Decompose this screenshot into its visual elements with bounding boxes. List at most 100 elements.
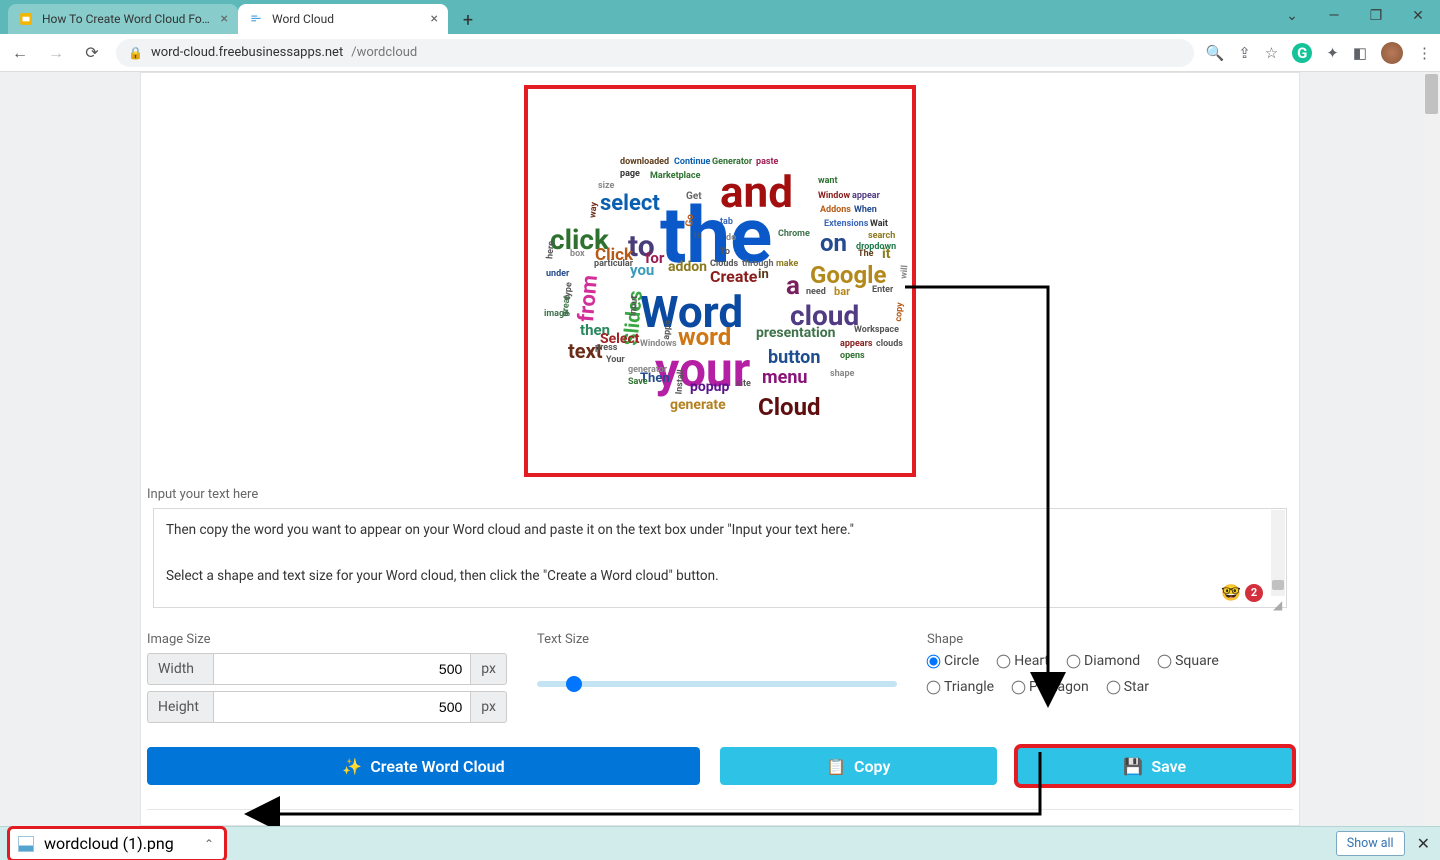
shape-radio-input[interactable] [997,654,1011,668]
page-scrollbar[interactable] [1423,72,1440,826]
cloud-word: To [720,247,730,257]
cloud-word: through [742,259,774,269]
cloud-word: downloaded [620,157,669,167]
height-input[interactable] [213,691,471,723]
shape-radios: Circle Heart Diamond Square Triangle Pentagon… [927,653,1293,695]
sidepanel-icon[interactable]: ◧ [1353,44,1367,62]
maximize-icon[interactable]: ❐ [1362,4,1390,28]
cloud-word: size [598,181,614,191]
back-button[interactable]: ← [8,41,32,65]
text-input[interactable] [153,508,1287,608]
close-icon[interactable]: ✕ [1417,834,1430,853]
tab-1[interactable]: Word Cloud × [238,4,448,34]
copy-button[interactable]: 📋 Copy [720,747,997,785]
cloud-word: here [545,241,557,260]
page-content: theandyourWordclickselecttoonGooglecloud… [140,72,1300,826]
cloud-word: Window [818,191,850,201]
text-size-slider[interactable] [537,681,897,687]
cloud-word: Your [606,355,625,365]
cloud-word: Workspace [854,325,899,335]
save-button[interactable]: 💾 Save [1017,747,1294,785]
shape-radio-label: Heart [1014,653,1049,669]
cloud-word: will [899,265,910,280]
close-icon[interactable]: ✕ [1404,4,1432,28]
shape-radio-input[interactable] [1012,680,1026,694]
cloud-word: Extensions [824,219,868,229]
wordcloud-favicon [248,11,264,27]
zoom-icon[interactable]: 🔍 [1206,44,1225,62]
chevron-down-icon[interactable]: ⌄ [1278,4,1306,28]
window-controls: ⌄ — ❐ ✕ [1278,4,1432,28]
share-icon[interactable]: ⇪ [1238,44,1251,62]
shape-radio-input[interactable] [1158,654,1172,668]
show-all-downloads-button[interactable]: Show all [1336,831,1405,856]
reload-button[interactable]: ⟳ [80,41,104,65]
download-item[interactable]: wordcloud (1).png ⌃ [10,829,224,859]
shape-radio-heart[interactable]: Heart [997,653,1049,669]
shape-radio-input[interactable] [1106,680,1120,694]
close-icon[interactable]: × [431,11,438,27]
slides-favicon [18,11,34,27]
cloud-word: Cloud [758,393,821,421]
shape-radio-label: Triangle [944,679,994,695]
chevron-up-icon[interactable]: ⌃ [204,837,214,851]
minimize-icon[interactable]: — [1320,4,1348,28]
tab-0[interactable]: How To Create Word Cloud For G × [8,4,238,34]
cloud-word: popup [690,379,729,395]
toolbar-right: 🔍 ⇪ ☆ G ✦ ◧ ⋮ [1206,42,1432,64]
cloud-word: Addons [820,205,851,215]
profile-avatar[interactable] [1381,42,1403,64]
cloud-word: appears [840,339,873,349]
grammarly-extension-icon[interactable]: G [1292,43,1312,63]
text-size-label: Text Size [537,622,897,653]
shape-radio-diamond[interactable]: Diamond [1067,653,1140,669]
cloud-word: generator [628,365,667,375]
url-input[interactable]: 🔒 word-cloud.freebusinessapps.net/wordcl… [116,39,1194,67]
grammarly-widget[interactable]: 🤓 2 [1221,583,1263,602]
viewport: theandyourWordclickselecttoonGooglecloud… [0,72,1440,826]
cloud-word: clouds [876,339,903,349]
bookmark-icon[interactable]: ☆ [1265,44,1278,62]
cloud-word: Is [694,231,701,241]
shape-radio-input[interactable] [1067,654,1081,668]
shape-radio-circle[interactable]: Circle [927,653,979,669]
image-size-label: Image Size [147,622,507,653]
divider [147,809,1293,810]
shape-radio-pentagon[interactable]: Pentagon [1012,679,1089,695]
cloud-word: on [820,229,847,257]
shape-radio-label: Star [1124,679,1149,695]
input-label: Input your text here [147,477,1293,508]
cloud-word: want [818,176,838,186]
shape-radio-label: Circle [944,653,979,669]
new-tab-button[interactable]: + [454,6,482,34]
cloud-word: in [758,267,769,282]
tab-title-0: How To Create Word Cloud For G [42,12,213,26]
shape-radio-label: Pentagon [1029,679,1089,695]
shape-radio-triangle[interactable]: Triangle [927,679,994,695]
shape-radio-label: Diamond [1084,653,1140,669]
cloud-word: Continue [674,157,710,167]
shape-radio-input[interactable] [927,654,941,668]
width-input[interactable] [213,653,471,685]
forward-button[interactable]: → [44,41,68,65]
extensions-icon[interactable]: ✦ [1326,44,1339,62]
menu-icon[interactable]: ⋮ [1417,44,1432,62]
create-button[interactable]: ✨ Create Word Cloud [147,747,700,785]
cloud-word: addon [668,259,707,275]
shape-radio-square[interactable]: Square [1158,653,1219,669]
slider-thumb[interactable] [566,676,582,692]
shape-radio-input[interactable] [927,680,941,694]
cloud-word: generate [670,397,726,413]
cloud-word: and [720,166,793,218]
cloud-word: from [574,274,603,323]
shape-radio-star[interactable]: Star [1107,679,1149,695]
width-unit: px [471,653,507,685]
sparkle-icon: ✨ [342,757,362,776]
cloud-word: button [768,347,820,368]
cloud-word: bar [834,285,850,298]
wordcloud-preview: theandyourWordclickselecttoonGooglecloud… [524,85,916,477]
close-icon[interactable]: × [221,11,228,27]
cloud-word: page [620,169,640,179]
cloud-word: When [854,205,877,215]
cloud-word: do [726,233,736,243]
